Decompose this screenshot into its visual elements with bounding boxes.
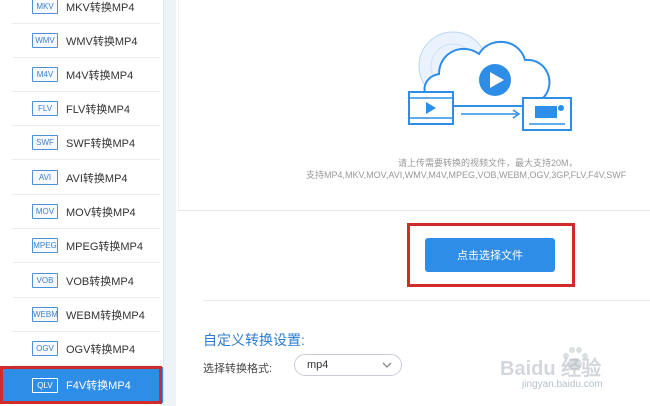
format-badge: AVI [32, 170, 58, 185]
sidebar-item-label: VOB转换MP4 [66, 275, 134, 288]
format-select-value: mp4 [307, 359, 329, 371]
sidebar-item-ogv[interactable]: OGV OGV转换MP4 [12, 332, 160, 366]
sidebar-item-label: OGV转换MP4 [66, 343, 136, 356]
highlight-frame-sidebar [0, 366, 162, 404]
watermark-text: Baidu 经验 [500, 358, 602, 380]
sidebar-item-mkv[interactable]: MKV MKV转换MP4 [12, 0, 160, 24]
sidebar-item-label: MOV转换MP4 [66, 206, 136, 219]
format-label: 选择转换格式: [203, 363, 273, 375]
format-badge: VOB [32, 273, 58, 288]
sidebar-item-label: WMV转换MP4 [66, 35, 138, 48]
sidebar-item-label: FLV转换MP4 [66, 103, 130, 116]
sidebar-item-flv[interactable]: FLV FLV转换MP4 [12, 92, 160, 126]
sidebar-item-webm[interactable]: WEBM WEBM转换MP4 [12, 298, 160, 332]
sidebar-item-label: MPEG转换MP4 [66, 240, 144, 253]
sidebar-item-avi[interactable]: AVI AVI转换MP4 [12, 161, 160, 195]
format-badge: MKV [32, 0, 58, 14]
sidebar-item-m4v[interactable]: M4V M4V转换MP4 [12, 58, 160, 92]
format-badge: MOV [32, 204, 58, 219]
format-badge: WMV [32, 33, 58, 48]
sidebar-item-mov[interactable]: MOV MOV转换MP4 [12, 195, 160, 229]
divider [203, 300, 650, 301]
sidebar-item-swf[interactable]: SWF SWF转换MP4 [12, 126, 160, 160]
sidebar-item-label: MKV转换MP4 [66, 1, 135, 14]
upload-hint-formats: 支持MP4,MKV,MOV,AVI,WMV,M4V,MPEG,VOB,WEBM,… [306, 170, 627, 180]
select-file-button[interactable]: 点击选择文件 [425, 238, 555, 272]
sidebar-item-wmv[interactable]: WMV WMV转换MP4 [12, 24, 160, 58]
sidebar-item-label: SWF转换MP4 [66, 137, 136, 150]
format-select[interactable]: mp4 [294, 354, 402, 376]
sidebar-item-label: M4V转换MP4 [66, 69, 134, 82]
format-badge: FLV [32, 101, 58, 116]
watermark-url: jingyan.baidu.com [522, 379, 603, 390]
format-badge: WEBM [32, 307, 58, 322]
sidebar-item-label: AVI转换MP4 [66, 172, 128, 185]
format-badge: OGV [32, 341, 58, 356]
format-badge: MPEG [32, 238, 58, 253]
sidebar-item-vob[interactable]: VOB VOB转换MP4 [12, 264, 160, 298]
format-badge: SWF [32, 135, 58, 150]
format-badge: M4V [32, 67, 58, 82]
chevron-down-icon [382, 362, 392, 368]
settings-title: 自定义转换设置: [203, 332, 305, 348]
cloud-video-upload-icon [408, 31, 572, 131]
sidebar-item-label: WEBM转换MP4 [66, 309, 145, 322]
sidebar-item-mpeg[interactable]: MPEG MPEG转换MP4 [12, 229, 160, 263]
